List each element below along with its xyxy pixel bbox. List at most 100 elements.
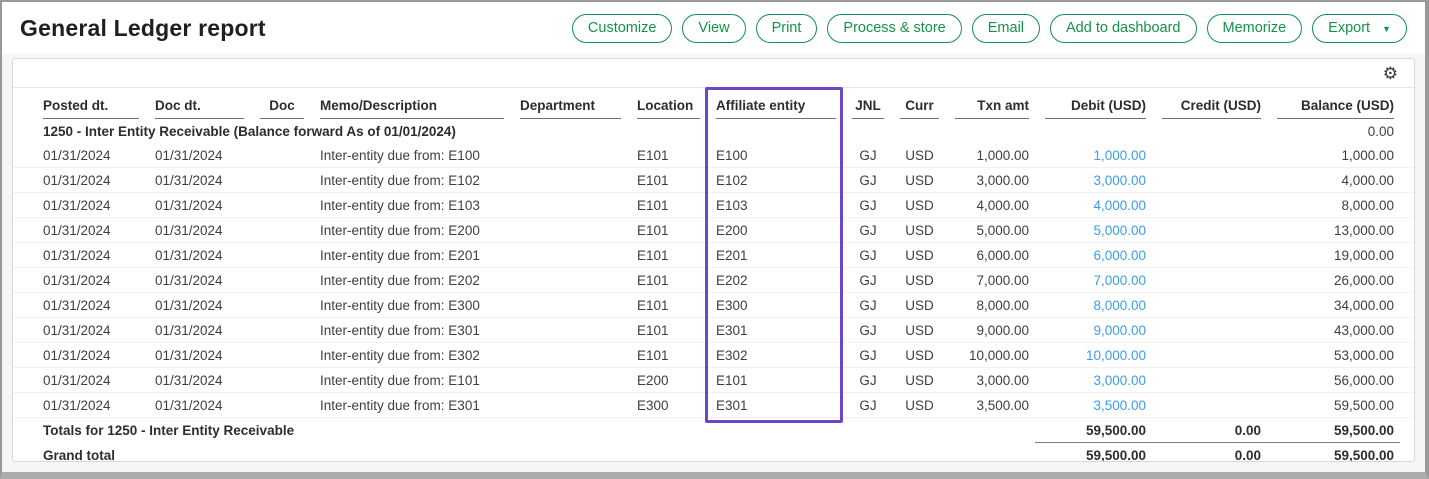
cell-credit [1152,393,1267,418]
cell-affiliate: E201 [706,243,842,268]
table-row: 01/31/202401/31/2024Inter-entity due fro… [13,318,1414,343]
cell-debit: 1,000.00 [1035,143,1152,168]
cell-memo: Inter-entity due from: E100 [310,143,510,168]
debit-amount-link[interactable]: 8,000.00 [1093,298,1146,313]
export-button[interactable]: Export ▼ [1312,14,1407,43]
cell-doc [250,343,310,368]
cell-balance: 56,000.00 [1267,368,1400,393]
cell-doc [250,318,310,343]
button-memorize[interactable]: Memorize [1207,14,1303,43]
debit-amount-link[interactable]: 3,000.00 [1093,373,1146,388]
cell-credit [1152,293,1267,318]
cell-department [510,243,627,268]
column-header-balance: Balance (USD) [1267,90,1400,119]
cell-txn: 4,000.00 [945,193,1035,218]
debit-amount-link[interactable]: 1,000.00 [1093,148,1146,163]
button-print[interactable]: Print [756,14,818,43]
cell-doc [250,243,310,268]
cell-curr: USD [890,168,945,193]
cell-doc [250,218,310,243]
debit-amount-link[interactable]: 3,000.00 [1093,173,1146,188]
cell-location: E101 [627,143,706,168]
page-title: General Ledger report [20,15,266,42]
cell-curr: USD [890,193,945,218]
debit-amount-link[interactable]: 7,000.00 [1093,273,1146,288]
cell-jnl: GJ [842,368,890,393]
cell-affiliate: E103 [706,193,842,218]
spacer-cell [1400,193,1414,218]
button-process-store[interactable]: Process & store [827,14,961,43]
debit-amount-link[interactable]: 9,000.00 [1093,323,1146,338]
cell-debit: 10,000.00 [1035,343,1152,368]
table-row: 01/31/202401/31/2024Inter-entity due fro… [13,268,1414,293]
cell-balance: 1,000.00 [1267,143,1400,168]
cell-posted: 01/31/2024 [33,343,145,368]
spacer-cell [13,318,33,343]
cell-memo: Inter-entity due from: E301 [310,318,510,343]
table-row: 01/31/202401/31/2024Inter-entity due fro… [13,243,1414,268]
cell-location: E300 [627,393,706,418]
cell-credit [1152,343,1267,368]
button-email[interactable]: Email [972,14,1040,43]
table-row: 01/31/202401/31/2024Inter-entity due fro… [13,368,1414,393]
cell-department [510,168,627,193]
cell-jnl: GJ [842,143,890,168]
spacer-cell [13,243,33,268]
cell-posted: 01/31/2024 [33,193,145,218]
gear-icon[interactable]: ⚙ [1383,65,1398,82]
spacer-cell [1400,393,1414,418]
cell-jnl: GJ [842,268,890,293]
button-customize[interactable]: Customize [572,14,673,43]
cell-txn: 9,000.00 [945,318,1035,343]
debit-amount-link[interactable]: 6,000.00 [1093,248,1146,263]
cell-txn: 8,000.00 [945,293,1035,318]
cell-balance: 19,000.00 [1267,243,1400,268]
cell-doc [250,193,310,218]
cell-location: E101 [627,343,706,368]
cell-memo: Inter-entity due from: E300 [310,293,510,318]
cell-docdt: 01/31/2024 [145,168,250,193]
cell-txn: 3,000.00 [945,168,1035,193]
cell-docdt: 01/31/2024 [145,393,250,418]
cell-balance: 59,500.00 [1267,393,1400,418]
spacer-cell [13,443,33,463]
cell-posted: 01/31/2024 [33,318,145,343]
totals-row-credit: 0.00 [1152,418,1267,443]
cell-location: E101 [627,168,706,193]
toolbar-buttons: Customize View Print Process & store Email Ad… [572,14,1302,43]
cell-docdt: 01/31/2024 [145,343,250,368]
cell-txn: 10,000.00 [945,343,1035,368]
debit-amount-link[interactable]: 10,000.00 [1086,348,1146,363]
spacer-cell [1400,268,1414,293]
general-ledger-report-page: General Ledger report Customize View Print… [0,0,1429,479]
column-header-docdt: Doc dt. [145,90,250,119]
spacer-cell [1400,293,1414,318]
cell-debit: 5,000.00 [1035,218,1152,243]
cell-jnl: GJ [842,243,890,268]
table-row: 01/31/202401/31/2024Inter-entity due fro… [13,218,1414,243]
spacer-cell [1400,418,1414,443]
button-view[interactable]: View [682,14,745,43]
cell-doc [250,268,310,293]
cell-location: E101 [627,318,706,343]
cell-debit: 3,000.00 [1035,368,1152,393]
cell-curr: USD [890,268,945,293]
debit-amount-link[interactable]: 4,000.00 [1093,198,1146,213]
button-add-to-dashboard[interactable]: Add to dashboard [1050,14,1196,43]
cell-credit [1152,193,1267,218]
column-header-location: Location [627,90,706,119]
toolbar: Customize View Print Process & store Email Ad… [572,14,1407,43]
column-header-doc: Doc [250,90,310,119]
cell-memo: Inter-entity due from: E200 [310,218,510,243]
cell-affiliate: E301 [706,318,842,343]
spacer-cell [1400,343,1414,368]
cell-posted: 01/31/2024 [33,293,145,318]
debit-amount-link[interactable]: 3,500.00 [1093,398,1146,413]
debit-amount-link[interactable]: 5,000.00 [1093,223,1146,238]
cell-memo: Inter-entity due from: E102 [310,168,510,193]
spacer-cell [13,119,33,143]
spacer-cell [1400,168,1414,193]
cell-jnl: GJ [842,168,890,193]
spacer-cell [13,143,33,168]
cell-txn: 3,500.00 [945,393,1035,418]
